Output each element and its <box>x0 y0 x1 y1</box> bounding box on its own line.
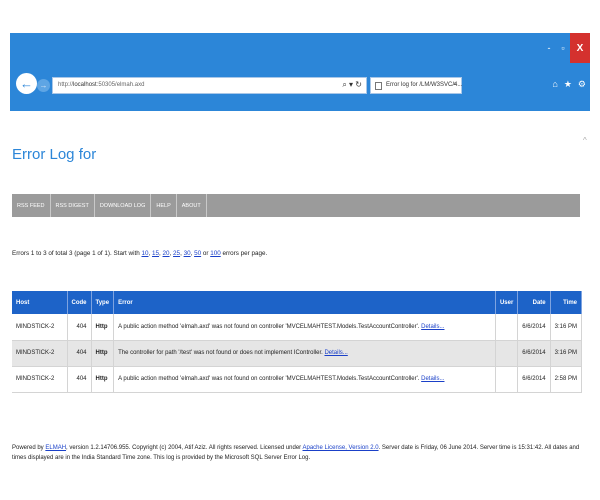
menu-about[interactable]: ABOUT <box>177 194 207 217</box>
cell-code: 404 <box>67 314 92 341</box>
cell-date: 6/6/2014 <box>517 314 551 341</box>
cell-time: 2:58 PM <box>550 366 583 393</box>
page-size-25[interactable]: 25 <box>173 250 180 257</box>
menu-rss-digest[interactable]: RSS DIGEST <box>51 194 95 217</box>
cell-type: Http <box>91 340 115 367</box>
favorites-star-icon[interactable]: ★ <box>564 79 572 90</box>
page-size-15[interactable]: 15 <box>152 250 159 257</box>
minimize-button[interactable]: - <box>542 33 556 63</box>
cell-host: MINDSTICK-2 <box>12 340 68 367</box>
back-arrow-icon: ← <box>20 76 33 91</box>
page-size-20[interactable]: 20 <box>163 250 170 257</box>
cell-user <box>495 314 519 341</box>
browser-nav-bar: ← → http://localhost:50305/elmah.axd ⌕ ▾… <box>10 63 590 111</box>
page-title: Error Log for <box>12 146 97 163</box>
page-footer: Powered by ELMAH, version 1.2.14706.955.… <box>12 445 580 461</box>
cell-type: Http <box>91 366 115 393</box>
close-button[interactable]: X <box>570 33 590 63</box>
tab-title: Error log for /LM/W3SVC/4... <box>386 82 463 88</box>
cell-date: 6/6/2014 <box>517 340 551 367</box>
menu-download-log[interactable]: DOWNLOAD LOG <box>95 194 152 217</box>
menu-rss-feed[interactable]: RSS FEED <box>12 194 51 217</box>
back-button[interactable]: ← <box>16 73 37 94</box>
page-size-100[interactable]: 100 <box>210 250 221 257</box>
address-tools-icon[interactable]: ⌕ ▾ ↻ <box>342 80 362 90</box>
cell-code: 404 <box>67 366 92 393</box>
header-error: Error <box>113 291 496 314</box>
details-link[interactable]: Details... <box>421 324 444 330</box>
header-time: Time <box>550 291 583 314</box>
forward-button[interactable]: → <box>37 79 50 92</box>
elmah-link[interactable]: ELMAH <box>45 445 66 451</box>
browser-toolbar-icons: ⌂ ★ ⚙ <box>552 79 586 90</box>
cell-code: 404 <box>67 340 92 367</box>
browser-title-bar: - ▫ X <box>10 33 590 63</box>
address-bar[interactable]: http://localhost:50305/elmah.axd ⌕ ▾ ↻ <box>52 77 367 94</box>
header-user: User <box>495 291 519 314</box>
cell-error: The controller for path '/test' was not … <box>113 340 496 367</box>
tab-close-icon[interactable]: × <box>453 81 457 88</box>
cell-user <box>495 340 519 367</box>
home-icon[interactable]: ⌂ <box>552 79 557 90</box>
forward-arrow-icon: → <box>39 81 48 90</box>
header-type: Type <box>91 291 115 314</box>
table-header-row: Host Code Type Error User Date Time <box>12 291 583 314</box>
page-icon <box>375 82 382 90</box>
paging-summary: Errors 1 to 3 of total 3 (page 1 of 1). … <box>12 250 268 257</box>
restore-button[interactable]: ▫ <box>556 33 570 63</box>
cell-time: 3:16 PM <box>550 340 583 367</box>
cell-type: Http <box>91 314 115 341</box>
table-row: MINDSTICK-2 404 Http The controller for … <box>12 340 583 367</box>
cell-date: 6/6/2014 <box>517 366 551 393</box>
details-link[interactable]: Details... <box>324 350 347 356</box>
scroll-up-icon[interactable]: ^ <box>583 136 587 145</box>
error-log-table: Host Code Type Error User Date Time MIND… <box>12 291 583 393</box>
table-row: MINDSTICK-2 404 Http A public action met… <box>12 366 583 393</box>
cell-host: MINDSTICK-2 <box>12 366 68 393</box>
elmah-menu-bar: RSS FEED RSS DIGEST DOWNLOAD LOG HELP AB… <box>12 194 580 217</box>
page-size-30[interactable]: 30 <box>184 250 191 257</box>
cell-time: 3:16 PM <box>550 314 583 341</box>
menu-help[interactable]: HELP <box>151 194 177 217</box>
cell-user <box>495 366 519 393</box>
cell-error: A public action method 'elmah.axd' was n… <box>113 366 496 393</box>
cell-host: MINDSTICK-2 <box>12 314 68 341</box>
cell-error: A public action method 'elmah.axd' was n… <box>113 314 496 341</box>
browser-tab[interactable]: Error log for /LM/W3SVC/4... × <box>370 77 462 94</box>
table-row: MINDSTICK-2 404 Http A public action met… <box>12 314 583 341</box>
header-date: Date <box>517 291 551 314</box>
header-code: Code <box>67 291 92 314</box>
window-controls: - ▫ X <box>542 33 590 63</box>
settings-gear-icon[interactable]: ⚙ <box>578 79 586 90</box>
header-host: Host <box>12 291 68 314</box>
details-link[interactable]: Details... <box>421 376 444 382</box>
page-size-10[interactable]: 10 <box>142 250 149 257</box>
address-url[interactable]: http://localhost:50305/elmah.axd <box>58 82 144 88</box>
license-link[interactable]: Apache License, Version 2.0 <box>303 445 379 451</box>
